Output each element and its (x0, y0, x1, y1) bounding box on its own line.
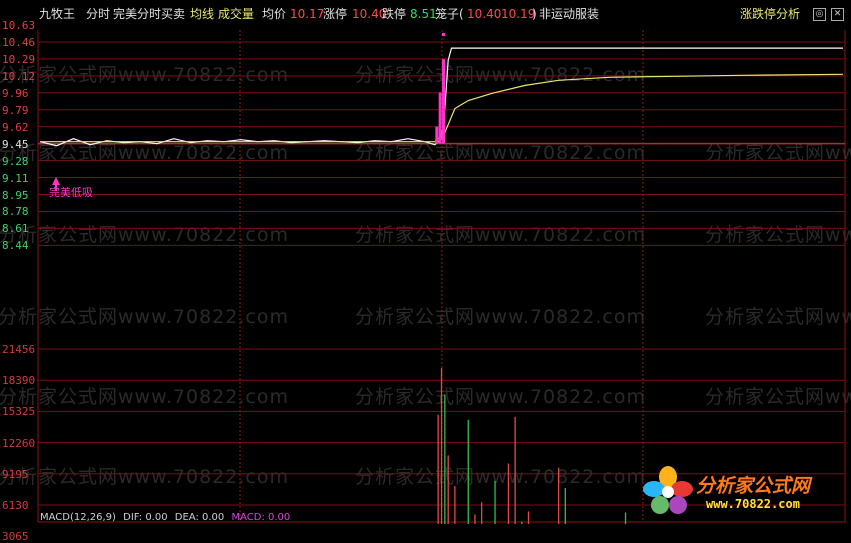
signal-dot (442, 33, 445, 36)
price-tick-label: 10.29 (2, 52, 36, 66)
cage-close: ) (532, 7, 537, 21)
limit-analysis-button[interactable]: 涨跌停分析 (740, 7, 800, 21)
limit-up-label: 涨停 (323, 7, 348, 21)
avg-line-label: 均线 (190, 7, 215, 21)
stock-name: 九牧王 (39, 7, 76, 21)
avg-price-label: 均价 (262, 7, 287, 21)
volume-tick-label: 6130 (2, 499, 29, 512)
price-tick-label: 10.63 (2, 19, 36, 32)
volume-tick-label: 3065 (2, 530, 29, 543)
site-logo: 分析家公式网 www.70822.com (640, 463, 840, 519)
mode-label[interactable]: 分时 (86, 7, 110, 21)
volume-label: 成交量 (218, 7, 255, 21)
price-tick-label: 9.96 (2, 86, 29, 100)
price-tick-label: 9.11 (2, 171, 29, 185)
sector-label[interactable]: 非运动服装 (539, 7, 599, 21)
volume-tick-label: 18390 (2, 374, 36, 388)
price-tick-label: 9.45 (2, 137, 29, 151)
price-tick-label: 8.95 (2, 188, 29, 202)
macd-value: MACD: 0.00 (231, 512, 291, 523)
logo-name: 分析家公式网 (696, 475, 811, 497)
cage-low: 10.19 (501, 7, 536, 21)
buy-signal-bar (442, 59, 446, 144)
volume-tick-label: 21456 (2, 343, 36, 356)
price-tick-label: 10.12 (2, 69, 36, 83)
cage-label: 笼子( (435, 7, 464, 21)
macd-label: MACD(12,26,9) (40, 512, 116, 523)
price-tick-label: 9.28 (2, 154, 29, 168)
avg-price-value: 10.17 (290, 7, 325, 21)
buy-signal-label: 完美低吸 (49, 186, 93, 199)
buy-signal-bar (435, 126, 439, 144)
signal-markers (52, 33, 446, 191)
price-tick-label: 9.62 (2, 120, 29, 134)
price-tick-label: 10.46 (2, 35, 36, 49)
cage-high: 10.40 (467, 7, 502, 21)
price-tick-label: 8.61 (2, 222, 29, 236)
price-tick-label: 8.78 (2, 205, 29, 219)
intraday-chart[interactable] (0, 0, 851, 524)
close-icon[interactable]: ✕ (831, 8, 844, 21)
buy-signal-bar (438, 92, 442, 144)
chart-header: 九牧王 分时 完美分时买卖 均线 成交量 均价 10.17 涨停 10.40 跌… (0, 0, 851, 30)
volume-tick-label: 12260 (2, 436, 36, 450)
limit-down-value: 8.51 (410, 7, 437, 21)
price-tick-label: 8.44 (2, 239, 29, 253)
limit-down-label: 跌停 (382, 7, 407, 21)
dif-value: DIF: 0.00 (123, 512, 168, 523)
indicator-name[interactable]: 完美分时买卖 (113, 7, 185, 21)
settings-icon[interactable]: ◎ (813, 8, 826, 21)
logo-url: www.70822.com (706, 497, 800, 511)
dea-value: DEA: 0.00 (174, 512, 225, 523)
price-tick-label: 9.79 (2, 103, 29, 117)
volume-tick-label: 9195 (2, 467, 29, 481)
volume-tick-label: 15325 (2, 405, 36, 419)
flower-icon (643, 466, 693, 514)
macd-readout: MACD(12,26,9) DIF: 0.00 DEA: 0.00 MACD: … (40, 512, 290, 524)
